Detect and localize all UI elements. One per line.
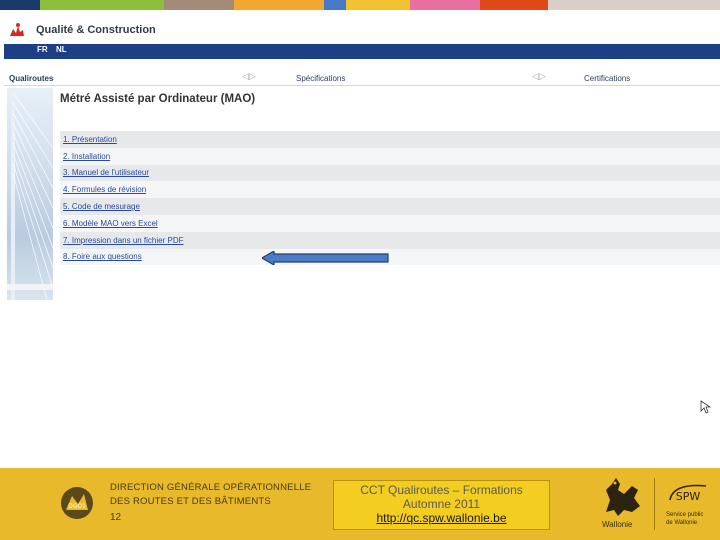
menu-link-faq[interactable]: 8. Foire aux questions [63, 252, 142, 261]
color-strip-segment [324, 0, 346, 10]
wallonia-crest-icon [6, 21, 28, 41]
spw-label: SPW [676, 490, 701, 503]
list-item: 6. Modèle MAO vers Excel [60, 214, 720, 232]
wallonie-label: Wallonie [602, 520, 633, 529]
page-number: 12 [110, 512, 122, 523]
page-title: Métré Assisté par Ordinateur (MAO) [60, 93, 256, 105]
color-strip-segment [548, 0, 720, 10]
svg-text:DGO1: DGO1 [68, 503, 86, 510]
list-item: 1. Présentation [60, 131, 720, 148]
color-strip-segment [346, 0, 410, 10]
menu-link-user-manual[interactable]: 3. Manuel de l'utilisateur [63, 168, 149, 177]
info-title: CCT Qualiroutes – Formations [360, 483, 523, 497]
info-season: Automne 2011 [402, 496, 481, 511]
site-header: Qualité & Construction [4, 20, 720, 44]
spw-subtitle-2: de Wallonie [666, 520, 698, 526]
main-nav: Qualiroutes ◁▷ Spécifications ◁▷ Certifi… [4, 70, 720, 86]
menu-link-revision-formulas[interactable]: 4. Formules de révision [63, 185, 146, 194]
footer-divider [654, 478, 655, 530]
left-arrow-icon [262, 251, 389, 265]
color-strip-segment [40, 0, 164, 10]
list-item: 4. Formules de révision [60, 181, 720, 199]
direction-line2: DES ROUTES ET DES BÂTIMENTS [110, 496, 271, 507]
nav-divider-icon: ◁▷ [532, 72, 546, 82]
menu-link-installation[interactable]: 2. Installation [63, 152, 110, 161]
menu-link-excel-model[interactable]: 6. Modèle MAO vers Excel [63, 219, 158, 228]
mao-menu-list: 1. Présentation 2. Installation 3. Manue… [60, 131, 720, 266]
nav-item-certifications[interactable]: Certifications [584, 74, 630, 83]
dgo1-logo-icon: DGO1 [61, 487, 93, 519]
color-strip-segment [410, 0, 480, 10]
color-strip-segment [0, 0, 40, 10]
brand-color-strip [0, 0, 720, 10]
wallonie-rooster-icon [606, 478, 640, 516]
website-link[interactable]: http://qc.spw.wallonie.be [334, 511, 549, 525]
spw-logo-icon: SPW [669, 484, 707, 503]
training-info-box: CCT Qualiroutes – Formations Automne 201… [333, 480, 550, 530]
direction-line1: DIRECTION GÉNÉRALE OPÉRATIONNELLE [110, 482, 312, 493]
color-strip-segment [480, 0, 548, 10]
language-bar: FR NL [4, 44, 720, 59]
color-strip-segment [234, 0, 324, 10]
footer: DGO1 DIRECTION GÉNÉRALE OPÉRATIONNELLE D… [0, 468, 720, 540]
list-item: 8. Foire aux questions [60, 248, 720, 266]
menu-link-measurement-code[interactable]: 5. Code de mesurage [63, 202, 140, 211]
list-item: 5. Code de mesurage [60, 198, 720, 215]
menu-link-presentation[interactable]: 1. Présentation [63, 135, 117, 144]
list-item: 3. Manuel de l'utilisateur [60, 164, 720, 182]
menu-link-pdf-print[interactable]: 7. Impression dans un fichier PDF [63, 236, 184, 245]
site-title[interactable]: Qualité & Construction [36, 24, 156, 36]
spw-subtitle-1: Service public [666, 512, 704, 518]
list-item: 7. Impression dans un fichier PDF [60, 231, 720, 249]
language-fr-link[interactable]: FR [37, 45, 48, 54]
nav-item-qualiroutes[interactable]: Qualiroutes [9, 74, 53, 83]
nav-item-specifications[interactable]: Spécifications [296, 74, 345, 83]
language-nl-link[interactable]: NL [56, 45, 67, 54]
bridge-photo [7, 88, 53, 300]
color-strip-segment [164, 0, 234, 10]
list-item: 2. Installation [60, 147, 720, 165]
nav-divider-icon: ◁▷ [242, 72, 256, 82]
cursor-icon [700, 400, 712, 414]
